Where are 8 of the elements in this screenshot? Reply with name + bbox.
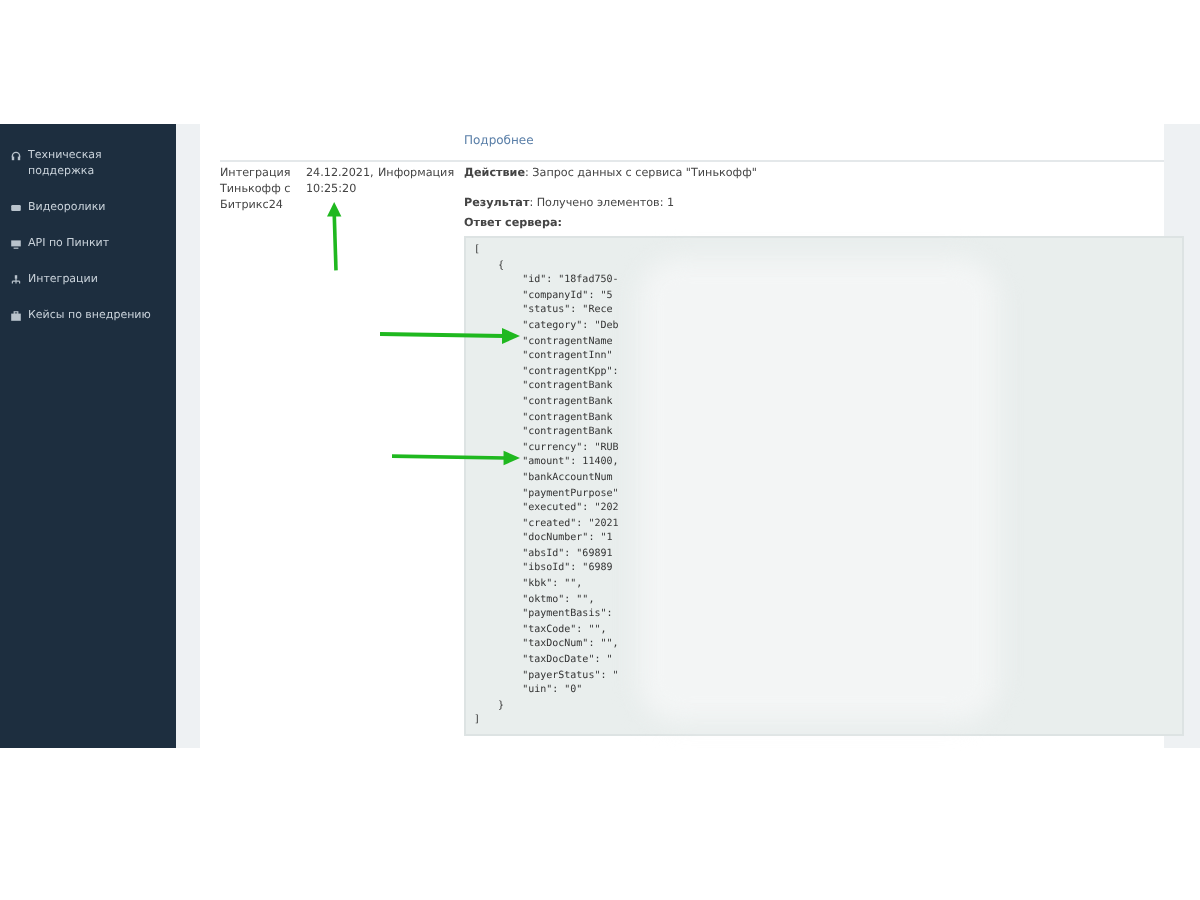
arrow-icon [380, 326, 520, 346]
monitor-icon [10, 238, 22, 250]
arrow-icon [392, 448, 520, 468]
briefcase-icon [10, 310, 22, 322]
video-icon [10, 202, 22, 214]
arrow-icon [326, 202, 346, 274]
hierarchy-icon [10, 274, 22, 286]
headset-icon [10, 150, 22, 162]
